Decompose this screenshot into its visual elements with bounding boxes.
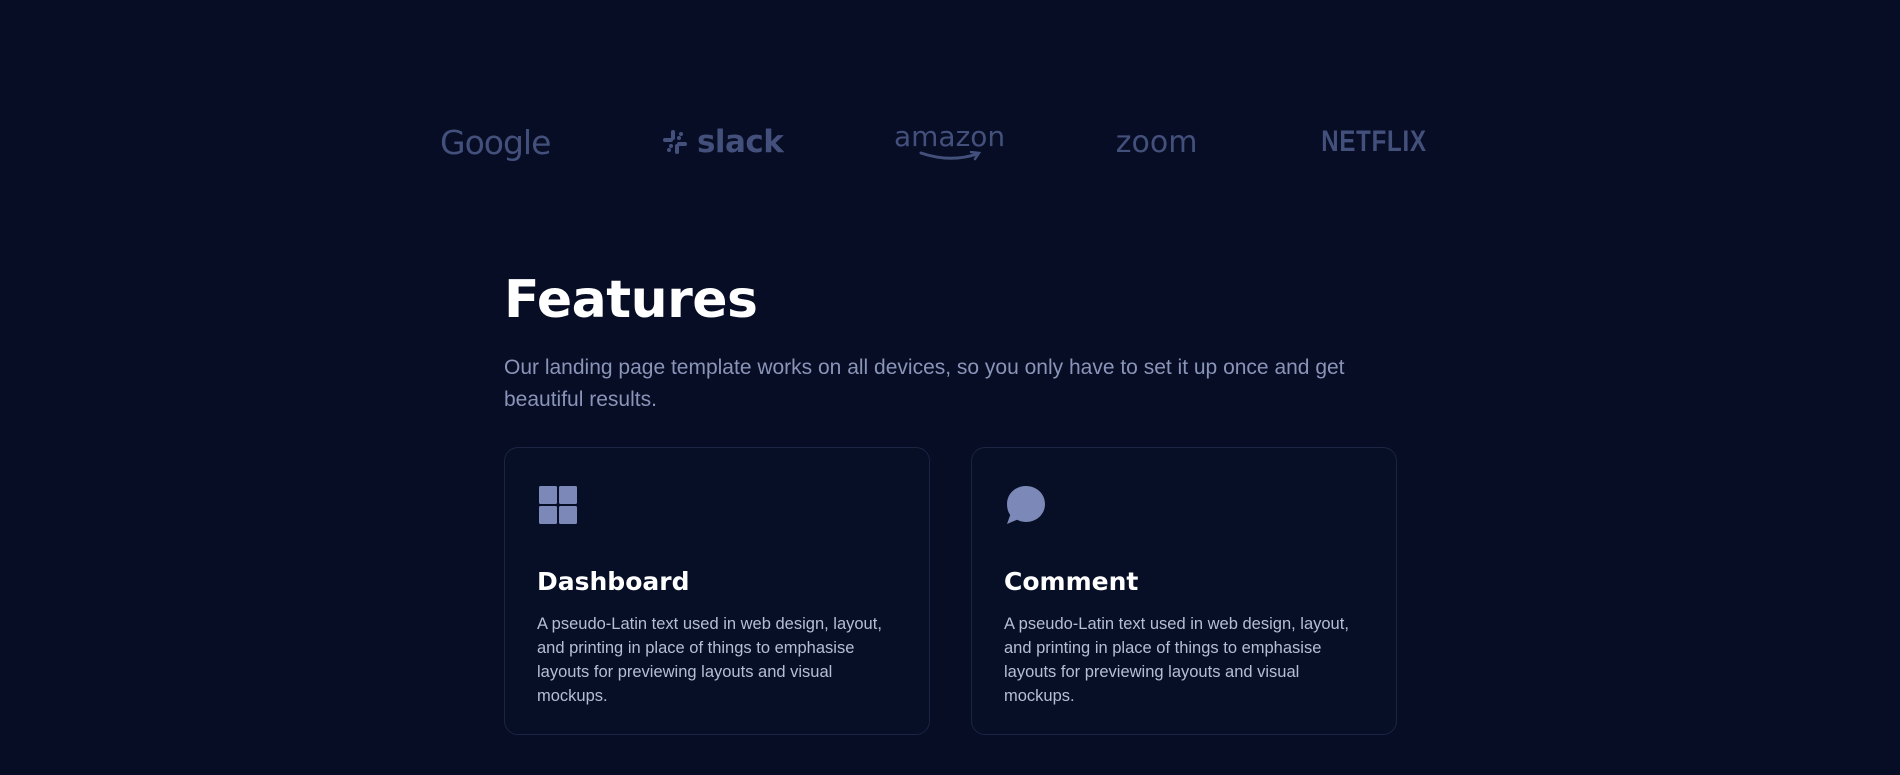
features-title: Features xyxy=(504,270,758,330)
feature-card-text: A pseudo-Latin text used in web design, … xyxy=(1004,615,1349,705)
feature-card-comment: Comment A pseudo-Latin text used in web … xyxy=(971,447,1397,735)
chat-bubble-icon xyxy=(1007,486,1045,524)
feature-card-text: A pseudo-Latin text used in web design, … xyxy=(537,615,882,705)
google-logo-text: Google xyxy=(440,122,551,162)
amazon-logo-text: amazon xyxy=(894,120,1006,153)
feature-card-title: Comment xyxy=(1004,567,1139,596)
client-logos: Google slack amazon zoom NETFLIX xyxy=(440,112,1440,172)
netflix-logo-text: NETFLIX xyxy=(1321,125,1427,158)
slack-logo: slack xyxy=(661,124,784,160)
features-description: Our landing page template works on all d… xyxy=(504,356,1345,411)
feature-card-title: Dashboard xyxy=(537,567,690,596)
feature-cards: Dashboard A pseudo-Latin text used in we… xyxy=(504,447,1397,735)
amazon-logo: amazon xyxy=(894,123,1005,161)
amazon-smile-icon xyxy=(919,151,981,161)
grid-icon xyxy=(539,486,577,524)
zoom-logo: zoom xyxy=(1116,125,1198,160)
slack-logo-text: slack xyxy=(696,124,784,160)
feature-card-dashboard: Dashboard A pseudo-Latin text used in we… xyxy=(504,447,930,735)
google-logo: Google xyxy=(440,122,551,162)
slack-icon xyxy=(662,130,687,154)
features-section: Features Our landing page template works… xyxy=(504,270,1404,416)
netflix-logo: NETFLIX xyxy=(1321,125,1427,159)
zoom-logo-text: zoom xyxy=(1115,124,1198,160)
